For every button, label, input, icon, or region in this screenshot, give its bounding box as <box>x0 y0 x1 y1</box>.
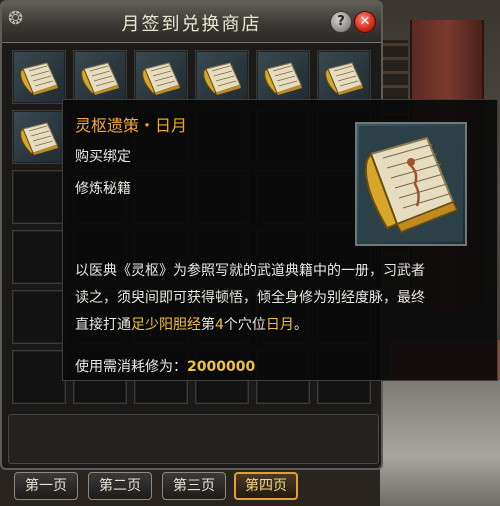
scroll-book-icon <box>359 126 463 242</box>
scroll-book-icon <box>141 59 183 95</box>
tab-page-4[interactable]: 第四页 <box>234 472 298 500</box>
item-slot[interactable] <box>12 350 66 404</box>
scroll-book-icon <box>19 59 61 95</box>
meridian-name: 足少阳胆经 <box>131 317 201 333</box>
cost-label: 使用需消耗修为： <box>75 359 187 375</box>
tab-page-1[interactable]: 第一页 <box>14 472 78 500</box>
acupoint-index: 4 <box>215 317 224 333</box>
info-panel <box>8 414 379 464</box>
desc-text: 。 <box>293 317 308 333</box>
item-slot[interactable] <box>12 110 66 164</box>
item-slot[interactable] <box>134 50 188 104</box>
item-slot[interactable] <box>73 50 127 104</box>
description-line-3: 直接打通足少阳胆经第4个穴位日月。 <box>75 312 493 339</box>
item-category: 修炼秘籍 <box>75 181 131 197</box>
item-slot[interactable] <box>12 170 66 224</box>
desc-text: 第 <box>201 317 215 333</box>
description-line-2: 读之，须臾间即可获得顿悟，倾全身修为别经度脉，最终 <box>75 290 425 306</box>
item-description: 以医典《灵枢》为参照写就的武道典籍中的一册，习武者 读之，须臾间即可获得顿悟，倾… <box>75 258 493 339</box>
item-slot[interactable] <box>256 50 310 104</box>
acupoint-name: 日月 <box>265 317 294 333</box>
item-slot[interactable] <box>12 230 66 284</box>
desc-text: 直接打通 <box>75 317 131 333</box>
item-slot[interactable] <box>317 50 371 104</box>
item-slot[interactable] <box>12 290 66 344</box>
item-name: 灵枢遗策・日月 <box>75 116 188 135</box>
desc-text: 个穴位 <box>223 317 266 333</box>
item-preview <box>355 122 467 246</box>
help-button[interactable]: ? <box>330 11 352 33</box>
title-bar[interactable]: ❂ 月签到兑换商店 ? ✕ <box>2 2 381 43</box>
description-line-1: 以医典《灵枢》为参照写就的武道典籍中的一册，习武者 <box>75 263 425 279</box>
scroll-book-icon <box>202 59 244 95</box>
cost-line: 使用需消耗修为：2000000 <box>75 356 255 376</box>
item-slot[interactable] <box>195 50 249 104</box>
scroll-book-icon <box>80 59 122 95</box>
stone-floor <box>380 380 500 506</box>
item-bind-type: 购买绑定 <box>75 149 131 165</box>
tab-page-3[interactable]: 第三页 <box>162 472 226 500</box>
scroll-book-icon <box>19 119 61 155</box>
cost-value: 2000000 <box>187 359 256 375</box>
window-title: 月签到兑换商店 <box>121 14 262 35</box>
close-button[interactable]: ✕ <box>354 11 376 33</box>
item-slot[interactable] <box>12 50 66 104</box>
scroll-book-icon <box>324 59 366 95</box>
tab-page-2[interactable]: 第二页 <box>88 472 152 500</box>
item-tooltip: 灵枢遗策・日月 购买绑定 修炼秘籍 以医典《灵枢》为参照写就的武道典籍中的一册，… <box>62 99 498 381</box>
scroll-book-icon <box>263 59 305 95</box>
